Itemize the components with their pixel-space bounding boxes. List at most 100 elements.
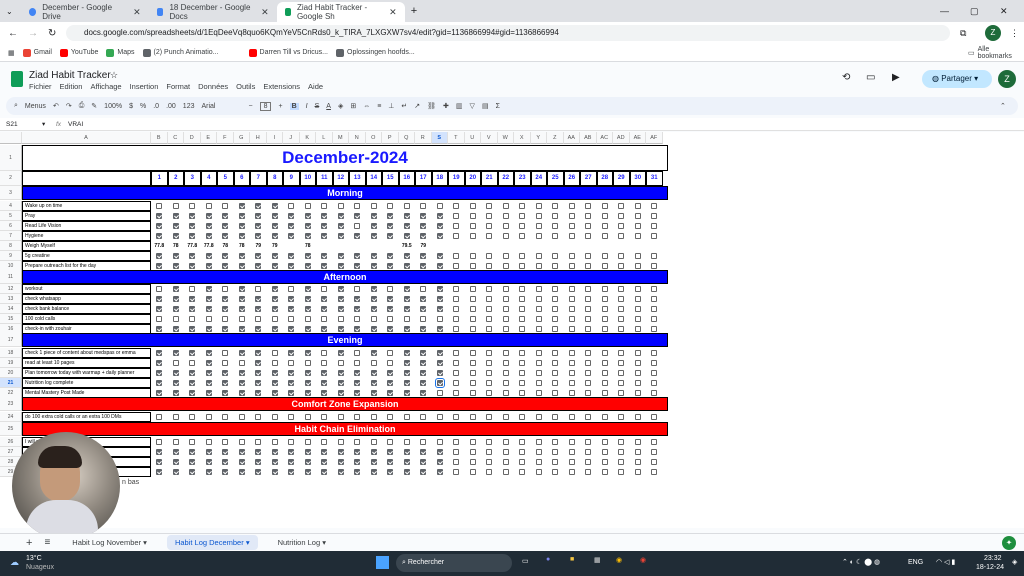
column-header[interactable]: N (349, 132, 366, 144)
habit-checkbox[interactable] (436, 370, 443, 376)
habit-checkbox[interactable] (288, 233, 295, 239)
habit-checkbox[interactable] (222, 233, 229, 239)
habit-checkbox[interactable] (387, 296, 394, 302)
habit-checkbox[interactable] (172, 213, 179, 219)
habit-checkbox[interactable] (568, 469, 575, 475)
habit-checkbox[interactable] (189, 326, 196, 332)
habit-checkbox[interactable] (585, 223, 592, 229)
day-label-cell[interactable] (22, 171, 151, 186)
habit-checkbox[interactable] (535, 326, 542, 332)
habit-checkbox[interactable] (634, 233, 641, 239)
habit-checkbox[interactable] (354, 439, 361, 445)
habit-checkbox[interactable] (568, 390, 575, 396)
menu-edition[interactable]: Edition (60, 82, 83, 91)
habit-checkbox[interactable] (189, 380, 196, 386)
habit-checkbox[interactable] (519, 350, 526, 356)
habit-checkbox[interactable] (288, 439, 295, 445)
menu-affichage[interactable]: Affichage (90, 82, 121, 91)
habit-checkbox[interactable] (519, 380, 526, 386)
habit-checkbox[interactable] (255, 469, 262, 475)
habit-checkbox[interactable] (304, 380, 311, 386)
habit-checkbox[interactable] (453, 469, 460, 475)
number-format-button[interactable]: 123 (183, 103, 195, 110)
habit-checkbox[interactable] (321, 414, 328, 420)
extensions-icon[interactable]: ⧉ (960, 28, 966, 39)
habit-checkbox[interactable] (189, 233, 196, 239)
habit-checkbox[interactable] (585, 253, 592, 259)
habit-checkbox[interactable] (502, 414, 509, 420)
habit-checkbox[interactable] (238, 439, 245, 445)
day-number[interactable]: 19 (448, 171, 465, 186)
habit-checkbox[interactable] (354, 286, 361, 292)
habit-checkbox[interactable] (189, 360, 196, 366)
habit-checkbox[interactable] (172, 469, 179, 475)
habit-checkbox[interactable] (535, 253, 542, 259)
row-header[interactable]: 15 (0, 314, 22, 324)
habit-checkbox[interactable] (486, 360, 493, 366)
habit-checkbox[interactable] (601, 390, 608, 396)
habit-checkbox[interactable] (238, 263, 245, 269)
habit-label[interactable]: Plan tomorrow today with warmap + daily … (22, 368, 151, 378)
habit-checkbox[interactable] (172, 380, 179, 386)
habit-checkbox[interactable] (222, 469, 229, 475)
habit-checkbox[interactable] (469, 326, 476, 332)
habit-checkbox[interactable] (354, 360, 361, 366)
habit-checkbox[interactable] (156, 223, 163, 229)
day-number[interactable]: 10 (299, 171, 316, 186)
meet-icon[interactable]: ▶ (892, 72, 900, 83)
habit-checkbox[interactable] (321, 459, 328, 465)
habit-checkbox[interactable] (568, 439, 575, 445)
habit-checkbox[interactable] (651, 213, 658, 219)
habit-checkbox[interactable] (321, 253, 328, 259)
habit-checkbox[interactable] (420, 350, 427, 356)
reload-icon[interactable]: ↻ (48, 28, 56, 39)
habit-checkbox[interactable] (535, 449, 542, 455)
habit-checkbox[interactable] (420, 233, 427, 239)
habit-checkbox[interactable] (634, 286, 641, 292)
habit-checkbox[interactable] (156, 326, 163, 332)
habit-checkbox[interactable] (321, 223, 328, 229)
redo-icon[interactable]: ↷ (66, 102, 72, 110)
habit-checkbox[interactable] (469, 449, 476, 455)
habit-checkbox[interactable] (618, 213, 625, 219)
habit-checkbox[interactable] (238, 370, 245, 376)
comment-icon[interactable]: ▭ (866, 72, 875, 83)
habit-checkbox[interactable] (255, 263, 262, 269)
habit-checkbox[interactable] (370, 360, 377, 366)
habit-checkbox[interactable] (651, 414, 658, 420)
habit-checkbox[interactable] (618, 449, 625, 455)
habit-checkbox[interactable] (337, 326, 344, 332)
habit-checkbox[interactable] (387, 286, 394, 292)
row-header[interactable]: 11 (0, 270, 22, 284)
habit-checkbox[interactable] (568, 203, 575, 209)
habit-checkbox[interactable] (387, 370, 394, 376)
taskbar-search[interactable]: ⌕ Rechercher (396, 554, 512, 572)
habit-checkbox[interactable] (238, 223, 245, 229)
habit-checkbox[interactable] (420, 263, 427, 269)
habit-checkbox[interactable] (469, 263, 476, 269)
menu-aide[interactable]: Aide (308, 82, 323, 91)
habit-checkbox[interactable] (156, 459, 163, 465)
bold-icon[interactable]: B (289, 102, 299, 110)
habit-checkbox[interactable] (304, 449, 311, 455)
habit-checkbox[interactable] (403, 213, 410, 219)
habit-checkbox[interactable] (172, 414, 179, 420)
habit-checkbox[interactable] (271, 253, 278, 259)
habit-checkbox[interactable] (585, 380, 592, 386)
habit-checkbox[interactable] (387, 449, 394, 455)
habit-checkbox[interactable] (651, 350, 658, 356)
habit-checkbox[interactable] (354, 469, 361, 475)
habit-checkbox[interactable] (156, 316, 163, 322)
row-header[interactable]: 19 (0, 358, 22, 368)
habit-checkbox[interactable] (288, 326, 295, 332)
notification-icon[interactable]: ◈ (1012, 558, 1017, 566)
new-tab-button[interactable]: + (411, 5, 417, 17)
weight-value[interactable]: 79 (267, 243, 284, 249)
habit-checkbox[interactable] (205, 253, 212, 259)
habit-checkbox[interactable] (436, 326, 443, 332)
habit-checkbox[interactable] (618, 223, 625, 229)
weight-value[interactable]: 77.8 (151, 243, 168, 249)
habit-label[interactable]: 5g creatine (22, 251, 151, 261)
habit-checkbox[interactable] (420, 203, 427, 209)
habit-checkbox[interactable] (238, 326, 245, 332)
